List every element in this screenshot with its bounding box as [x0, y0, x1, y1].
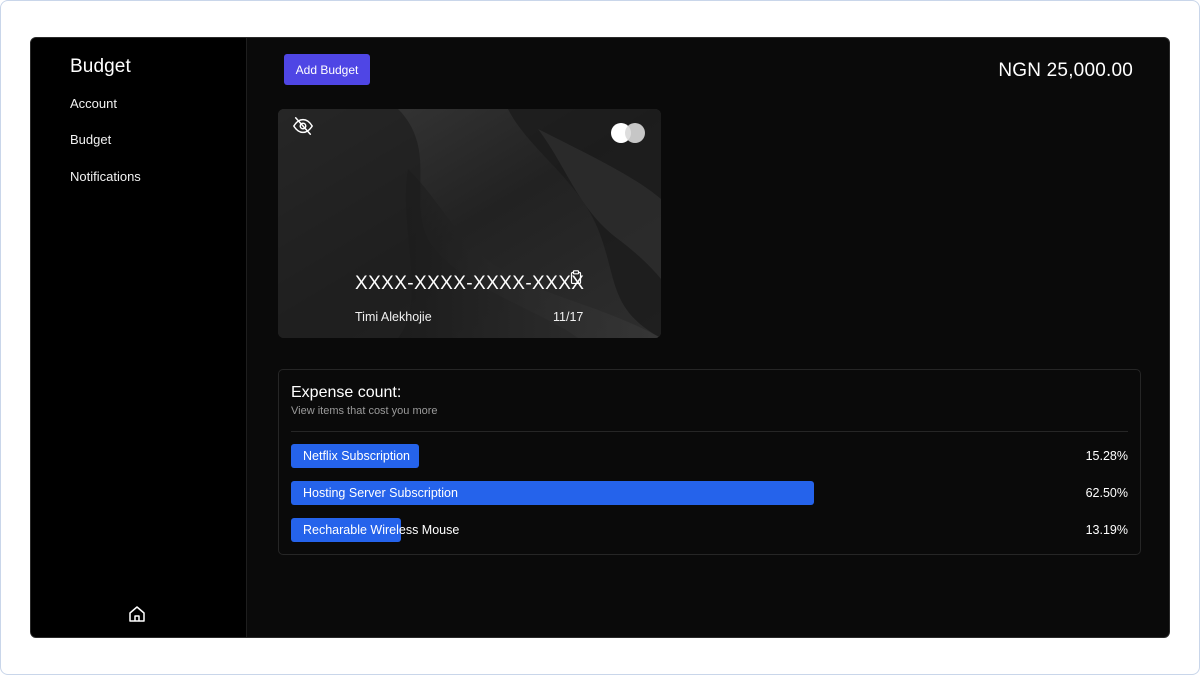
home-icon[interactable] [127, 604, 147, 624]
expense-bar-track: Recharable Wireless Mouse 13.19% [291, 518, 1128, 542]
expense-percent: 13.19% [1085, 523, 1128, 537]
expense-row[interactable]: Hosting Server Subscription 62.50% [291, 481, 1128, 505]
expense-label: Hosting Server Subscription [303, 486, 458, 500]
divider [291, 431, 1128, 432]
expense-subtitle: View items that cost you more [291, 405, 438, 417]
expense-panel: Expense count: View items that cost you … [278, 369, 1141, 555]
card-expiry: 11/17 [553, 310, 584, 324]
bank-card: XXXX-XXXX-XXXX-XXXX Timi Alekhojie 11/17 [278, 109, 661, 338]
sidebar-item-notifications[interactable]: Notifications [70, 169, 141, 184]
expense-row[interactable]: Recharable Wireless Mouse 13.19% [291, 518, 1128, 542]
card-brand-icon [609, 122, 649, 144]
sidebar-item-account[interactable]: Account [70, 96, 117, 111]
expense-label: Netflix Subscription [303, 449, 410, 463]
sidebar-title: Budget [70, 56, 131, 77]
expense-row[interactable]: Netflix Subscription 15.28% [291, 444, 1128, 468]
expense-bar-track: Hosting Server Subscription 62.50% [291, 481, 1128, 505]
expense-title: Expense count: [291, 384, 402, 401]
app-window: Budget Account Budget Notifications Add … [30, 37, 1170, 638]
sidebar: Budget Account Budget Notifications [31, 38, 247, 637]
card-background [278, 109, 661, 338]
account-balance: NGN 25,000.00 [998, 60, 1133, 81]
expense-percent: 15.28% [1085, 449, 1128, 463]
card-number: XXXX-XXXX-XXXX-XXXX [355, 273, 585, 294]
add-budget-button[interactable]: Add Budget [284, 54, 370, 85]
card-holder-name: Timi Alekhojie [355, 310, 432, 324]
clipboard-icon[interactable] [570, 270, 582, 285]
sidebar-item-budget[interactable]: Budget [70, 132, 111, 147]
expense-label: Recharable Wireless Mouse [303, 523, 460, 537]
expense-percent: 62.50% [1085, 486, 1128, 500]
eye-off-icon[interactable] [292, 115, 314, 137]
expense-bar-track: Netflix Subscription 15.28% [291, 444, 1128, 468]
